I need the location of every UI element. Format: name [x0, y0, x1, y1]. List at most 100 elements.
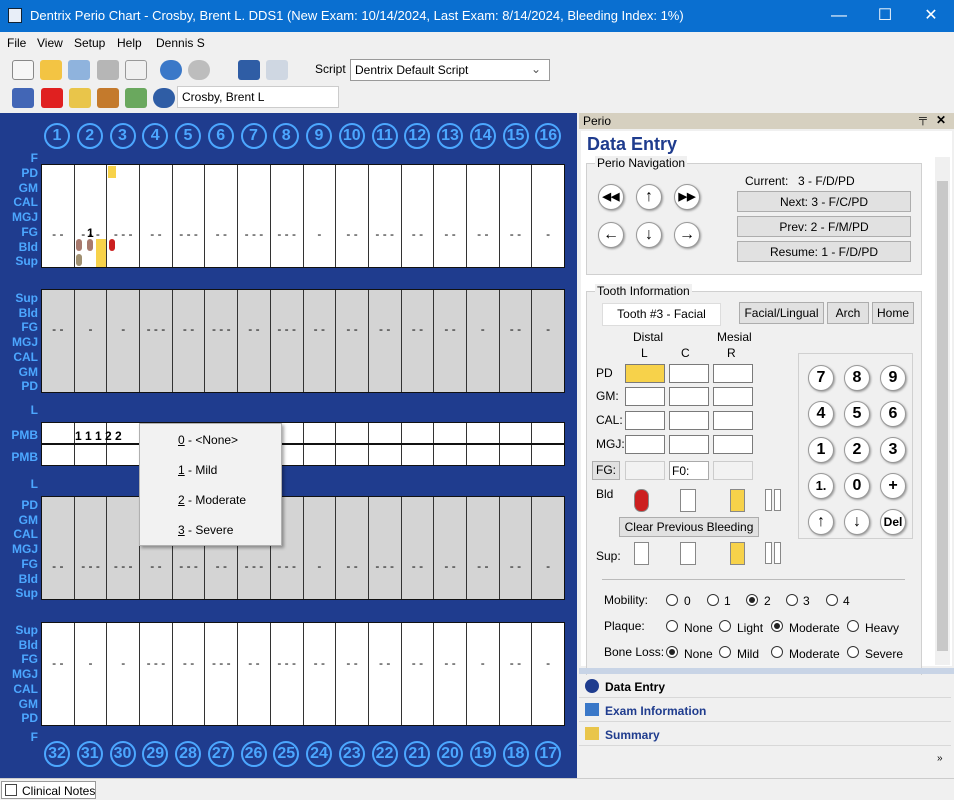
tooth-cell[interactable]: - - — [172, 290, 206, 392]
key-1[interactable]: 1 — [808, 437, 834, 463]
tooth-number[interactable]: 6 — [207, 123, 234, 149]
tooth-cell[interactable] — [401, 423, 435, 443]
tooth-cell[interactable]: - — [532, 497, 564, 599]
tooth-cell[interactable]: - - — [434, 497, 467, 599]
close-button[interactable]: ✕ — [908, 0, 954, 32]
info-icon[interactable] — [153, 88, 175, 108]
tooth-number[interactable]: 17 — [535, 741, 562, 767]
tooth-cell[interactable] — [401, 445, 435, 465]
key-2[interactable]: 2 — [844, 437, 870, 463]
tooth-cell[interactable]: - - - — [270, 623, 304, 725]
key-5[interactable]: 5 — [844, 401, 870, 427]
gm-center-input[interactable] — [669, 387, 709, 406]
tooth-number[interactable]: 5 — [175, 123, 201, 149]
tooth-number[interactable]: 25 — [273, 741, 300, 767]
tooth-number[interactable]: 15 — [502, 123, 529, 149]
key-8[interactable]: 8 — [844, 365, 870, 391]
mobility-radio-4[interactable] — [826, 594, 838, 606]
key-up-icon[interactable]: ↑ — [808, 509, 834, 535]
tooth-cell[interactable]: - - — [42, 497, 75, 599]
tooth-cell[interactable]: - - — [499, 623, 533, 725]
tooth-number[interactable]: 8 — [273, 123, 300, 149]
tooth-number[interactable]: 24 — [306, 741, 332, 767]
mobility-radio-1[interactable] — [707, 594, 719, 606]
bleed-center-toggle[interactable] — [680, 489, 696, 512]
tooth-cell[interactable] — [466, 423, 500, 443]
script-select[interactable]: Dentrix Default Script ⌄ — [350, 59, 550, 81]
tooth-cell[interactable] — [42, 423, 75, 443]
tooth-cell[interactable] — [434, 423, 467, 443]
menu-setup[interactable]: Setup — [74, 36, 105, 50]
tooth-cell[interactable]: - - — [434, 290, 467, 392]
cal-mesial-input[interactable] — [713, 411, 753, 430]
tooth-cell[interactable] — [42, 445, 75, 465]
tooth-number[interactable]: 9 — [306, 123, 332, 149]
tooth-cell[interactable] — [499, 423, 533, 443]
boneloss-radio-severe[interactable] — [847, 646, 859, 658]
tooth-number[interactable]: 23 — [338, 741, 365, 767]
tooth-cell[interactable]: - - - — [368, 497, 402, 599]
plaque-radio-light[interactable] — [719, 620, 731, 632]
pd-highlight[interactable] — [108, 166, 116, 178]
tooth-cell[interactable]: - - — [336, 497, 369, 599]
prev-button[interactable]: Prev: 2 - F/M/PD — [737, 216, 911, 237]
tooth-cell[interactable]: - - - — [368, 165, 402, 267]
section-exam-information[interactable]: Exam Information — [579, 699, 951, 722]
tooth-cell[interactable]: - - — [205, 165, 239, 267]
mobility-radio-3[interactable] — [786, 594, 798, 606]
resume-button[interactable]: Resume: 1 - F/D/PD — [737, 241, 911, 262]
tooth-cell[interactable]: - - - — [107, 165, 141, 267]
key-delete[interactable]: Del — [880, 509, 906, 535]
home-button[interactable]: Home — [872, 302, 914, 324]
bleed-icon[interactable] — [76, 239, 82, 251]
sup-center-toggle[interactable] — [680, 542, 696, 565]
new-exam-icon[interactable] — [12, 60, 34, 80]
tooth-cell[interactable]: - - — [499, 165, 533, 267]
tooth-cell[interactable]: - - — [368, 290, 402, 392]
mobility-radio-0[interactable] — [666, 594, 678, 606]
first-tooth-button[interactable]: ◀◀ — [598, 184, 624, 210]
key-4[interactable]: 4 — [808, 401, 834, 427]
tooth-cell[interactable]: - - — [401, 290, 435, 392]
section-summary[interactable]: Summary — [579, 723, 951, 746]
facial-lingual-button[interactable]: Facial/Lingual — [739, 302, 824, 324]
tooth-number[interactable]: 13 — [437, 123, 463, 149]
tooth-number[interactable]: 1 — [44, 123, 70, 149]
tooth-number[interactable]: 27 — [207, 741, 234, 767]
key-6[interactable]: 6 — [880, 401, 906, 427]
tooth-number[interactable]: 29 — [142, 741, 169, 767]
menu-view[interactable]: View — [37, 36, 63, 50]
tooth-number[interactable]: 3 — [109, 123, 136, 149]
tooth-cell[interactable]: - - - — [172, 165, 206, 267]
tooth-cell[interactable]: - - - — [270, 290, 304, 392]
down-arrow-button[interactable]: ↓ — [636, 222, 662, 248]
cal-center-input[interactable] — [669, 411, 709, 430]
tooth-cell[interactable]: - - — [42, 290, 75, 392]
tooth-cell[interactable]: - - — [42, 165, 75, 267]
delete-exam-icon[interactable] — [125, 60, 147, 80]
patient-icon[interactable] — [12, 88, 34, 108]
key-plus[interactable]: + — [880, 473, 906, 499]
pd-center-input[interactable] — [669, 364, 709, 383]
sup-mesial-toggle[interactable] — [730, 542, 745, 565]
tooth-cell[interactable]: - - - — [107, 497, 141, 599]
gm-distal-input[interactable] — [625, 387, 665, 406]
plaque-radio-moderate[interactable] — [771, 620, 783, 632]
context-item-moderate[interactable]: 2 - Moderate — [178, 493, 246, 507]
chart-icon[interactable] — [69, 88, 91, 108]
tooth-cell[interactable]: - - — [336, 165, 369, 267]
clear-bleeding-button[interactable]: Clear Previous Bleeding — [619, 517, 759, 537]
panel-close-icon[interactable]: ✕ — [936, 113, 946, 127]
tooth-cell[interactable]: - - — [336, 290, 369, 392]
print-icon[interactable] — [97, 60, 119, 80]
tooth-cell[interactable]: - - — [401, 165, 435, 267]
tooth-number[interactable]: 10 — [338, 123, 365, 149]
redo-icon[interactable] — [188, 60, 210, 80]
tooth-cell[interactable] — [466, 445, 500, 465]
up-arrow-button[interactable]: ↑ — [636, 184, 662, 210]
tooth-cell[interactable]: - - — [140, 165, 173, 267]
tooth-cell[interactable]: - — [466, 290, 500, 392]
clinical-notes-tab[interactable]: Clinical Notes — [1, 781, 96, 799]
patient-field[interactable]: Crosby, Brent L — [177, 86, 339, 108]
key-0[interactable]: 0 — [844, 473, 870, 499]
